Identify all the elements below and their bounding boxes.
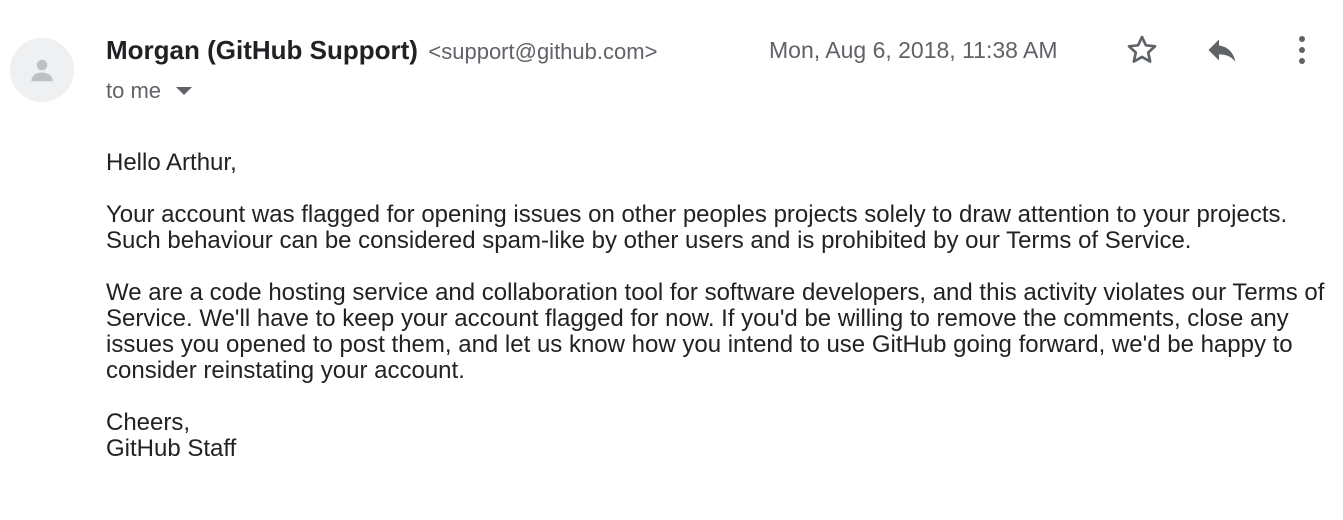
body-paragraph-1: Your account was flagged for opening iss… [106, 201, 1288, 254]
reply-icon [1208, 39, 1236, 62]
sender-email: <support@github.com> [428, 39, 658, 64]
more-options-button[interactable] [1280, 28, 1324, 72]
signature: GitHub Staff [106, 435, 237, 462]
chevron-down-icon [175, 86, 193, 96]
recipient-details-toggle[interactable]: to me [106, 76, 193, 106]
star-button[interactable] [1120, 28, 1164, 72]
person-icon [31, 59, 53, 82]
message-body: Hello Arthur, Your account was flagged f… [106, 150, 1336, 462]
sender-name[interactable]: Morgan (GitHub Support) [106, 35, 418, 65]
recipient-label: to me [106, 78, 162, 103]
star-outline-icon [1127, 35, 1157, 63]
more-vertical-icon [1299, 36, 1305, 64]
message-timestamp: Mon, Aug 6, 2018, 11:38 AM [769, 37, 1058, 63]
body-paragraph-2: We are a code hosting service and collab… [106, 279, 1325, 384]
signoff: Cheers, [106, 409, 191, 436]
sender-avatar[interactable] [10, 38, 74, 102]
sender-line: Morgan (GitHub Support) <support@github.… [106, 33, 657, 72]
reply-button[interactable] [1200, 28, 1244, 72]
greeting: Hello Arthur, [106, 149, 237, 176]
